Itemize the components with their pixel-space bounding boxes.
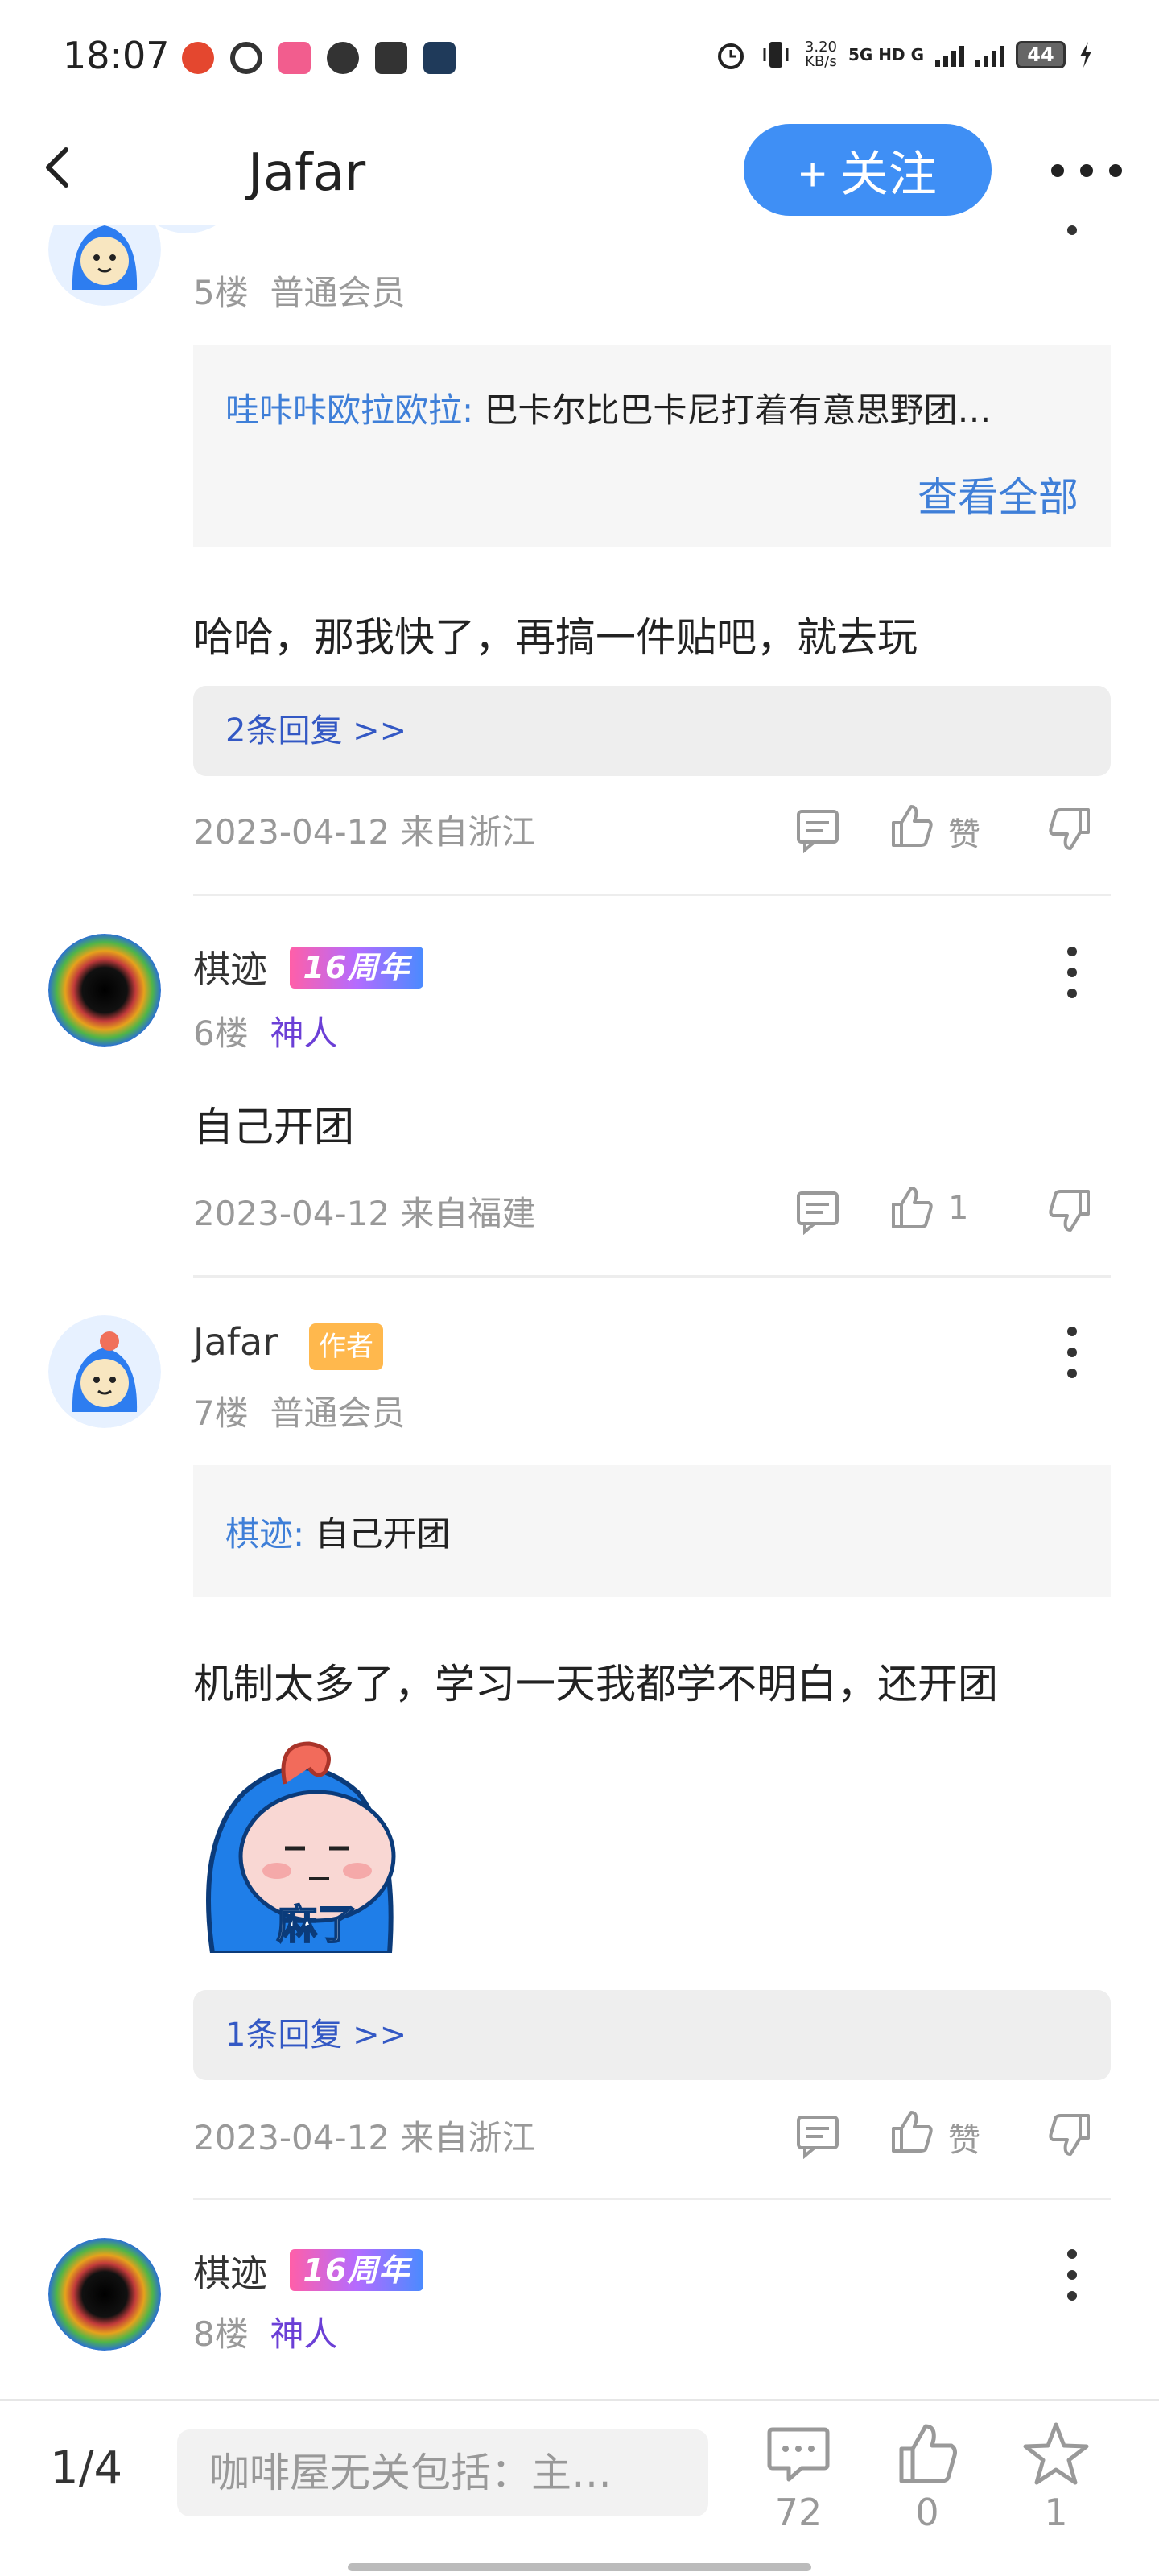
signal-icon [935, 43, 964, 67]
reply-icon[interactable] [794, 1187, 842, 1235]
view-all-link[interactable]: 查看全部 [918, 465, 1079, 523]
dislike-icon[interactable] [1046, 805, 1095, 853]
comment-floor: 5楼 普通会员 [193, 273, 406, 312]
comment-floor: 8楼 神人 [193, 2314, 338, 2354]
comment-count: 72 [774, 2491, 823, 2534]
charging-icon [1080, 42, 1091, 68]
bilibili-notification-icon [278, 42, 311, 74]
comment-author[interactable]: Jafar [193, 1320, 278, 1364]
home-indicator[interactable] [348, 2563, 811, 2571]
comment-meta: 2023-04-12 来自福建 [193, 1194, 536, 1233]
network-rate: 3.20 KB/s [804, 39, 837, 70]
quoted-reply[interactable]: 哇咔咔欧拉欧拉: 巴卡尔比巴卡尼打着有意思野团… 查看全部 [193, 345, 1111, 547]
vibrate-icon [763, 42, 789, 68]
dislike-icon[interactable] [1046, 2111, 1095, 2159]
anniversary-badge: 16周年 [290, 2249, 423, 2291]
like-icon[interactable] [887, 2107, 935, 2156]
author-badge: 作者 [309, 1323, 383, 1370]
comment-avatar[interactable] [48, 2238, 161, 2351]
comment-text: 哈哈，那我快了，再搞一件贴吧，就去玩 [193, 614, 918, 661]
browser-notification-icon [230, 42, 262, 74]
tieba-notification-icon [375, 42, 407, 74]
comment-text: 机制太多了，学习一天我都学不明白，还开团 [193, 1661, 998, 1707]
comment-avatar[interactable] [48, 1315, 161, 1428]
like-icon[interactable] [887, 802, 935, 850]
comment-more-icon[interactable] [1064, 1327, 1080, 1378]
page-indicator[interactable]: 1/4 [50, 2442, 122, 2495]
comment-meta: 2023-04-12 来自浙江 [193, 2118, 536, 2157]
back-arrow-icon[interactable] [39, 143, 77, 192]
comment-more-icon[interactable] [1064, 2249, 1080, 2301]
bottom-bar: 1/4 咖啡屋无关包括：主… 72 0 1 [0, 2399, 1159, 2576]
game-notification-icon [423, 42, 456, 74]
quoted-reply-text: 哇咔咔欧拉欧拉: 巴卡尔比巴卡尼打着有意思野团… [225, 390, 992, 430]
comment-floor: 6楼 神人 [193, 1013, 338, 1053]
comment-divider [193, 1275, 1111, 1278]
reply-input[interactable]: 咖啡屋无关包括：主… [177, 2429, 708, 2516]
battery-icon: 44 [1016, 41, 1066, 68]
anniversary-badge: 16周年 [290, 947, 423, 989]
reply-icon[interactable] [794, 2111, 842, 2159]
favorite-button[interactable]: 1 [1008, 2420, 1104, 2534]
like-count: 0 [915, 2491, 939, 2534]
like-icon[interactable] [887, 1183, 935, 1232]
comment-floor: 7楼 普通会员 [193, 1393, 406, 1433]
header-title: Jafar [248, 143, 366, 203]
quoted-reply[interactable]: 棋迹: 自己开团 [193, 1465, 1111, 1597]
comment-author[interactable]: 棋迹 [193, 2244, 267, 2297]
mala-sticker[interactable]: 麻了 [196, 1728, 406, 1953]
dislike-icon[interactable] [1046, 1187, 1095, 1235]
status-indicators: 3.20 KB/s 5G HD G 44 [715, 39, 1095, 71]
star-count: 1 [1044, 2491, 1068, 2534]
status-bar: 18:07 3.20 KB/s 5G HD G 44 [0, 0, 1159, 113]
quoted-reply-text: 棋迹: 自己开团 [225, 1514, 451, 1554]
comment-more-icon[interactable] [1064, 225, 1080, 258]
comment-icon [767, 2427, 830, 2482]
like-count: 1 [948, 1190, 969, 1227]
reply-icon[interactable] [794, 805, 842, 853]
like-label: 赞 [948, 816, 980, 853]
star-icon [1023, 2422, 1089, 2485]
comment-divider [193, 2198, 1111, 2200]
app-notification-icon [182, 42, 214, 74]
comments-button[interactable]: 72 [750, 2420, 847, 2534]
status-time: 18:07 [63, 34, 170, 77]
comment-author[interactable]: 棋迹 [193, 940, 267, 993]
like-button[interactable]: 0 [879, 2420, 975, 2534]
alarm-icon [717, 43, 744, 69]
comment-more-icon[interactable] [1064, 947, 1080, 998]
follow-button[interactable]: + 关注 [744, 124, 992, 216]
comment-meta: 2023-04-12 来自浙江 [193, 812, 536, 852]
network-type: 5G HD G [848, 45, 924, 64]
comment-avatar[interactable] [48, 934, 161, 1046]
thumbs-up-icon [899, 2424, 957, 2483]
signal-icon-2 [975, 43, 1004, 67]
like-label: 赞 [948, 2122, 980, 2159]
replies-link[interactable]: 1条回复 >> [193, 1990, 1111, 2080]
comment-text: 自己开团 [193, 1104, 354, 1150]
wechat-notification-icon [327, 42, 359, 74]
replies-link[interactable]: 2条回复 >> [193, 686, 1111, 776]
more-options-icon[interactable] [1051, 155, 1132, 187]
comment-divider [193, 894, 1111, 896]
svg-text:麻了: 麻了 [277, 1901, 357, 1948]
